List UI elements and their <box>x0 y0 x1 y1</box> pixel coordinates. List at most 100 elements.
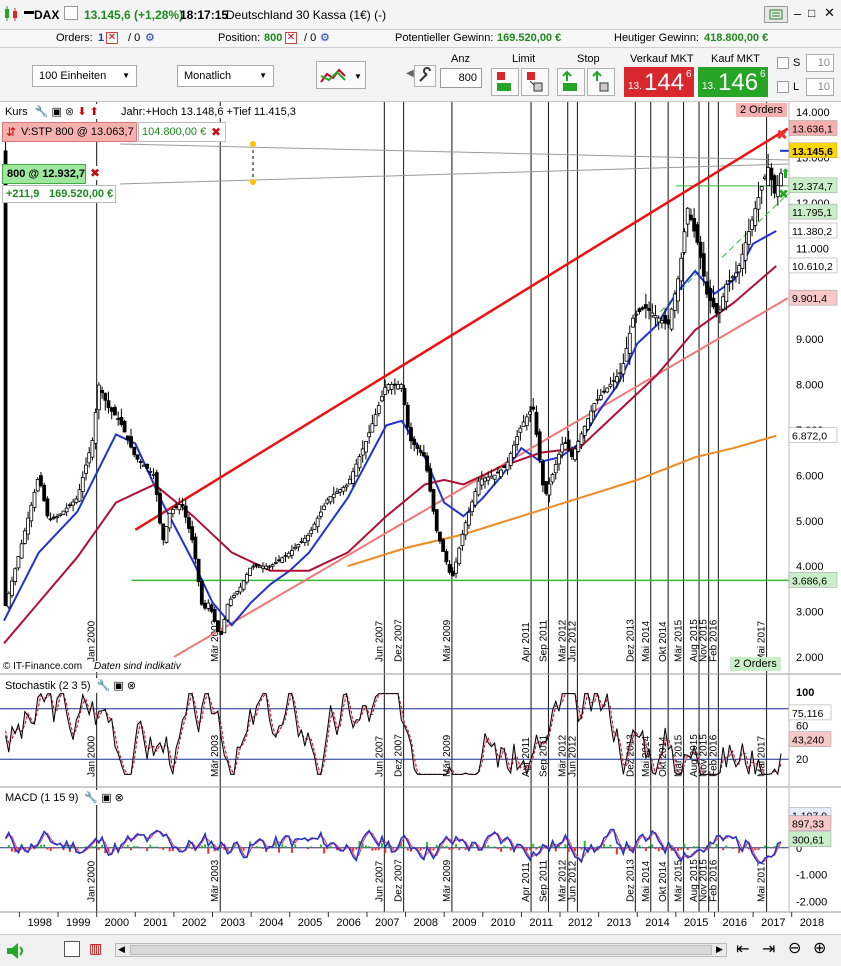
quantity-input-value: 800 <box>458 72 477 84</box>
candle-body <box>425 455 429 472</box>
table-icon[interactable] <box>64 941 80 957</box>
candle-body <box>84 464 88 474</box>
bin-icon[interactable]: ▥ <box>89 940 102 957</box>
close-position-tag-icon[interactable]: ✖ <box>90 166 101 180</box>
close-icon[interactable]: ✕ <box>824 5 835 21</box>
pan-right-icon[interactable]: ⇥ <box>762 939 775 959</box>
speaker-icon[interactable] <box>4 939 28 963</box>
candle-body <box>74 498 79 503</box>
candle-body <box>669 308 674 330</box>
candle-body <box>351 471 355 484</box>
event-label: Okt 2014 <box>658 621 669 662</box>
scrollbar-thumb[interactable] <box>130 945 712 955</box>
position-gear-icon[interactable]: ⚙ <box>320 31 330 44</box>
limit-sell-button[interactable] <box>521 68 549 96</box>
buy-market-button[interactable]: 13. 146 6 <box>698 67 768 97</box>
cancel-orders-icon[interactable]: ✕ <box>106 32 118 44</box>
units-select[interactable]: 100 Einheiten ▼ <box>32 65 137 87</box>
chart-scrollbar[interactable]: ◀ ▶ <box>115 943 727 957</box>
candle-body <box>463 522 468 536</box>
quantity-input[interactable]: 800 <box>440 68 482 88</box>
window-icon[interactable]: ▣ <box>113 680 123 692</box>
macd-histogram-bar <box>654 847 657 850</box>
candle-body <box>730 276 735 279</box>
units-select-value: 100 Einheiten <box>39 70 107 82</box>
cancel-stop-icon[interactable]: ✖ <box>211 125 221 139</box>
stop-sell-button[interactable] <box>587 68 615 96</box>
orders-bottom-badge[interactable]: 2 Orders <box>730 657 781 671</box>
minimize-icon[interactable]: – <box>794 6 801 21</box>
stoch-tick-label: 20 <box>796 754 808 766</box>
s-input[interactable]: 10 <box>806 54 834 72</box>
zoom-in-icon[interactable]: ⊕ <box>813 938 826 958</box>
position-tag[interactable]: 800 @ 12.932,7 <box>2 164 86 184</box>
l-checkbox[interactable] <box>777 81 789 93</box>
candle-body <box>158 492 162 524</box>
zoom-out-icon[interactable]: ⊖ <box>788 938 801 958</box>
candle-body <box>335 491 339 494</box>
sell-market-button[interactable]: 13. 144 6 <box>624 67 694 97</box>
window-icon[interactable]: ▣ <box>51 106 61 118</box>
macd-histogram-bar <box>731 847 734 849</box>
collapse-icon[interactable]: ▬ <box>24 6 34 17</box>
candle-body <box>270 564 275 567</box>
chart-area[interactable]: Jan 2000 Jan 2000 Jan 2000 Mär 2003 Mär 2003… <box>0 102 841 934</box>
indicator-button[interactable]: ▼ <box>316 61 366 89</box>
macd-histogram-bar <box>97 847 100 850</box>
candle-body <box>267 565 272 568</box>
wrench-icon[interactable]: 🔧 <box>84 792 98 804</box>
stop-buy-button[interactable] <box>557 68 585 96</box>
gear-icon[interactable]: ⚙ <box>145 31 155 44</box>
favorite-checkbox[interactable] <box>64 6 78 20</box>
candle-body <box>528 411 532 415</box>
arrow-up-icon[interactable]: ⬆ <box>89 106 98 118</box>
maximize-icon[interactable]: □ <box>808 6 815 20</box>
macd-histogram-bar <box>448 847 451 850</box>
candle-body <box>109 407 114 412</box>
wrench-button[interactable] <box>414 65 436 87</box>
copyright: © IT-Finance.com <box>3 661 83 672</box>
chevron-down-icon: ▼ <box>259 71 267 80</box>
close-panel-icon[interactable]: ⊗ <box>127 680 136 692</box>
position-sep: / 0 <box>304 32 317 44</box>
wrench-icon[interactable]: 🔧 <box>97 680 111 692</box>
x-tick-label: 1998 <box>27 917 51 929</box>
close-position-icon[interactable]: ✕ <box>285 32 297 44</box>
orders-count[interactable]: 1 <box>98 32 104 44</box>
price-tick-label: 9.000 <box>796 334 824 346</box>
chevron-down-icon: ▼ <box>122 71 130 80</box>
candle-body <box>541 461 545 486</box>
window-icon[interactable]: ▣ <box>101 792 111 804</box>
candle-body <box>10 580 14 596</box>
macd-histogram-bar <box>133 845 136 848</box>
candle-body <box>544 481 549 494</box>
macd-histogram-bar <box>763 845 766 848</box>
close-panel-icon[interactable]: ⊗ <box>65 106 74 118</box>
macd-histogram-bar <box>419 847 422 851</box>
stop-order-tag[interactable]: ⇵ V:STP 800 @ 13.063,7 <box>2 122 137 142</box>
dock-button[interactable] <box>764 6 788 23</box>
macd-histogram-bar <box>422 847 425 850</box>
candlestick-icon <box>5 6 17 21</box>
stoch-tick-label: 60 <box>796 721 808 733</box>
limit-sell-icon <box>527 72 543 92</box>
arrow-down-icon[interactable]: ⬇ <box>77 106 86 118</box>
wrench-icon[interactable]: 🔧 <box>35 106 49 118</box>
close-panel-icon[interactable]: ⊗ <box>115 792 124 804</box>
scroll-right-icon[interactable]: ▶ <box>716 944 723 955</box>
x-tick-label: 2011 <box>529 917 553 929</box>
orders-top-badge[interactable]: 2 Orders <box>736 103 787 117</box>
event-label: Feb 2016 <box>708 619 719 662</box>
scroll-left-icon[interactable]: ◀ <box>118 944 125 955</box>
price-tick-label: 3.000 <box>796 607 824 619</box>
period-select[interactable]: Monatlich ▼ <box>177 65 274 87</box>
candle-body <box>122 420 127 433</box>
position-value[interactable]: 800 <box>264 32 282 44</box>
candle-body <box>405 404 410 428</box>
s-checkbox[interactable] <box>777 57 789 69</box>
l-input[interactable]: 10 <box>806 78 834 96</box>
pan-left-icon[interactable]: ⇤ <box>736 939 749 959</box>
limit-buy-button[interactable] <box>491 68 519 96</box>
macd-histogram-bar <box>532 843 535 848</box>
candle-body <box>479 478 484 486</box>
